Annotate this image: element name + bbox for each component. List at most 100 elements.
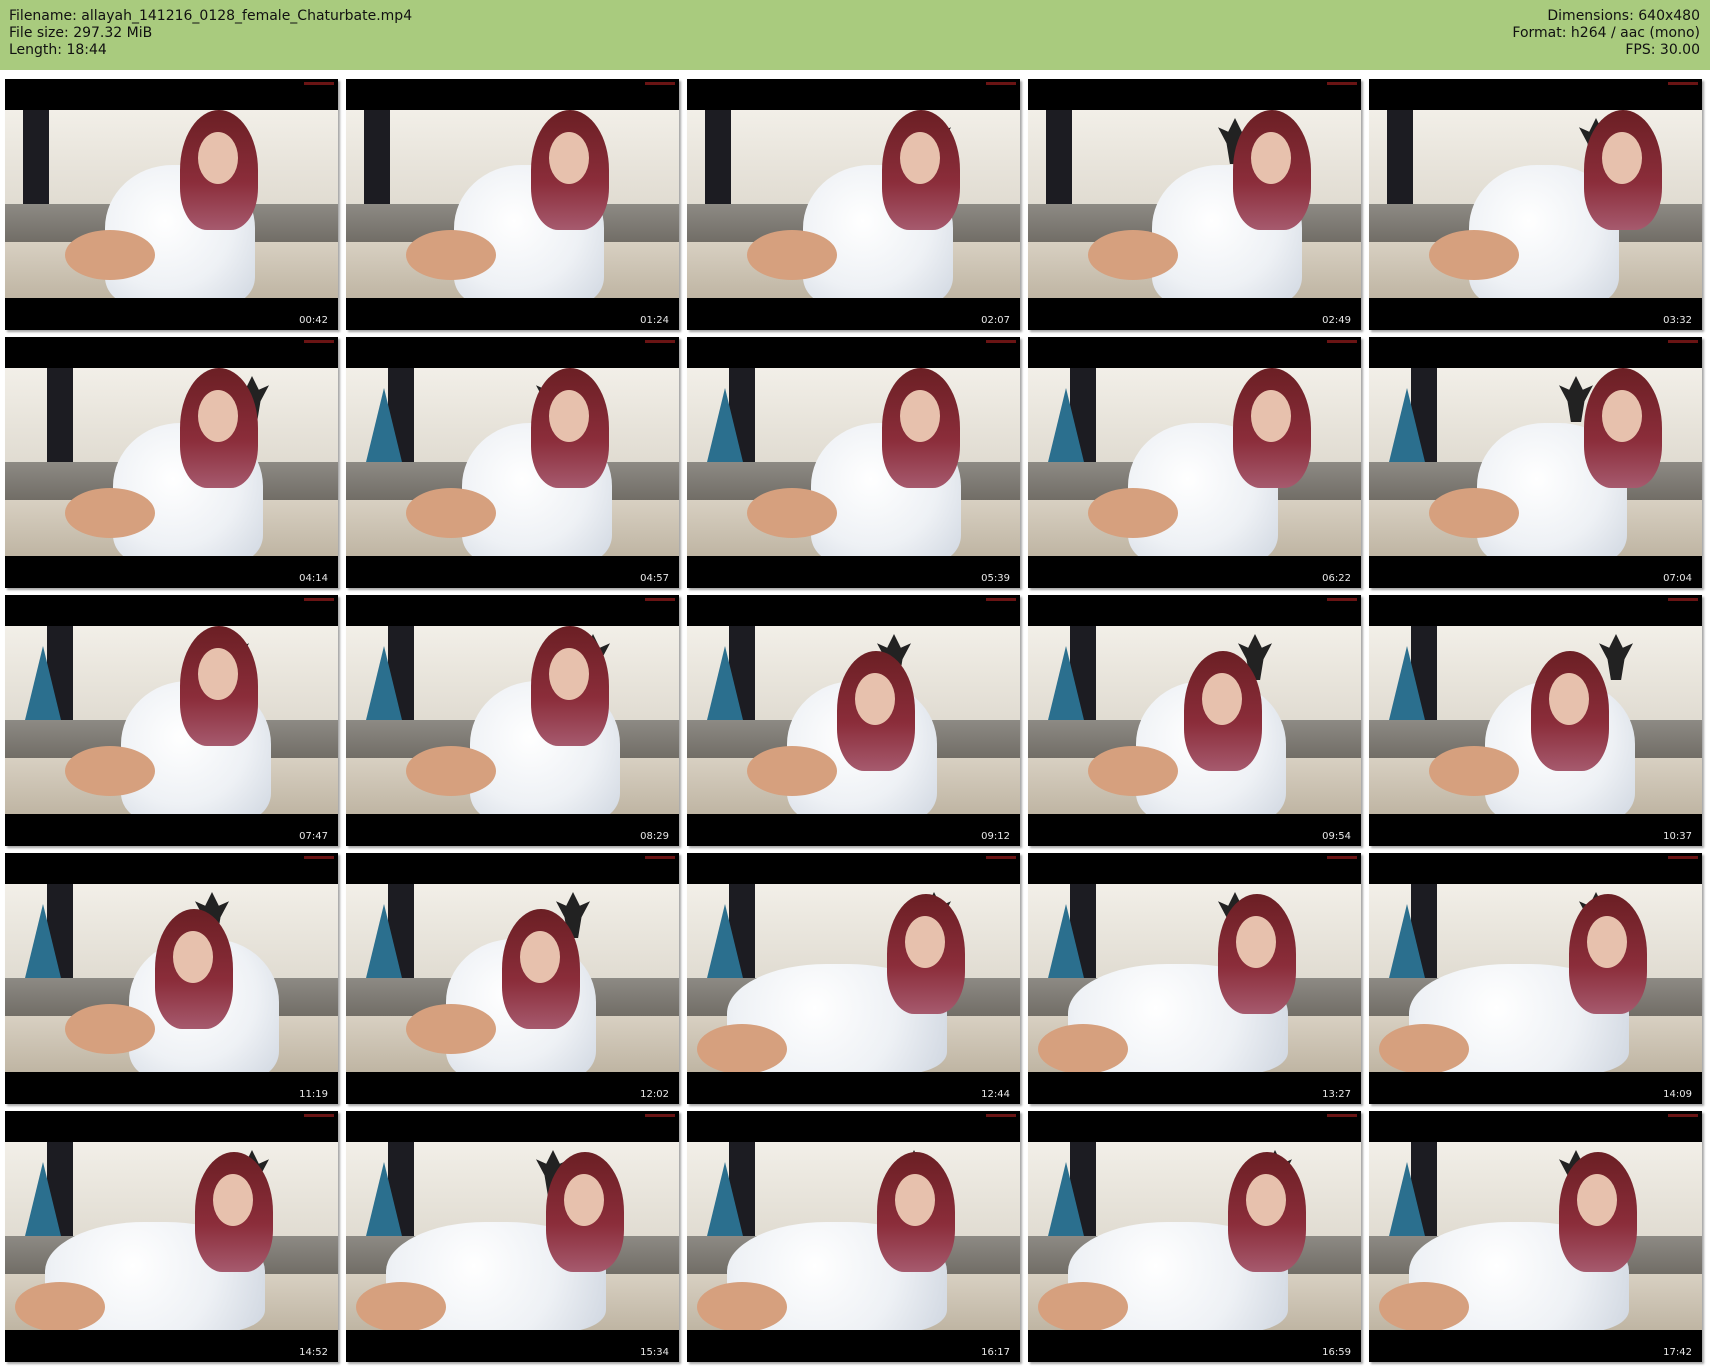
watermark-logo <box>304 1114 334 1117</box>
video-thumbnail[interactable]: 01:24 <box>346 79 679 330</box>
video-frame <box>1028 1142 1361 1330</box>
video-thumbnail[interactable]: 09:12 <box>687 595 1020 846</box>
watermark-logo <box>1327 1114 1357 1117</box>
video-frame <box>346 368 679 556</box>
video-frame <box>1369 368 1702 556</box>
watermark-logo <box>1327 598 1357 601</box>
timestamp-label: 16:17 <box>981 1347 1010 1358</box>
video-thumbnail[interactable]: 15:34 <box>346 1111 679 1362</box>
video-frame <box>5 626 338 814</box>
video-thumbnail[interactable]: 14:09 <box>1369 853 1702 1104</box>
timestamp-label: 09:12 <box>981 831 1010 842</box>
info-header: Filename: allayah_141216_0128_female_Cha… <box>0 0 1710 70</box>
video-thumbnail[interactable]: 12:44 <box>687 853 1020 1104</box>
video-frame <box>1369 626 1702 814</box>
filename-label: Filename: allayah_141216_0128_female_Cha… <box>9 8 413 24</box>
watermark-logo <box>304 856 334 859</box>
watermark-logo <box>1327 340 1357 343</box>
watermark-logo <box>645 1114 675 1117</box>
timestamp-label: 12:44 <box>981 1089 1010 1100</box>
video-thumbnail[interactable]: 12:02 <box>346 853 679 1104</box>
video-frame <box>346 1142 679 1330</box>
video-frame <box>1369 1142 1702 1330</box>
watermark-logo <box>304 340 334 343</box>
video-frame <box>1028 626 1361 814</box>
video-thumbnail[interactable]: 07:47 <box>5 595 338 846</box>
timestamp-label: 13:27 <box>1322 1089 1351 1100</box>
video-thumbnail[interactable]: 10:37 <box>1369 595 1702 846</box>
thumbnail-grid: 00:42 01:24 02:07 02:49 03:32 04:14 04:57 05:39… <box>5 79 1705 1365</box>
dimensions-label: Dimensions: 640x480 <box>1547 8 1700 24</box>
video-thumbnail[interactable]: 04:14 <box>5 337 338 588</box>
video-info: Dimensions: 640x480 Format: h264 / aac (… <box>1512 8 1700 59</box>
file-info: Filename: allayah_141216_0128_female_Cha… <box>9 8 412 59</box>
watermark-logo <box>986 1114 1016 1117</box>
watermark-logo <box>304 82 334 85</box>
video-thumbnail[interactable]: 13:27 <box>1028 853 1361 1104</box>
filesize-label: File size: 297.32 MiB <box>9 25 153 41</box>
timestamp-label: 16:59 <box>1322 1347 1351 1358</box>
video-thumbnail[interactable]: 03:32 <box>1369 79 1702 330</box>
video-frame <box>687 368 1020 556</box>
video-thumbnail[interactable]: 07:04 <box>1369 337 1702 588</box>
timestamp-label: 00:42 <box>299 315 328 326</box>
watermark-logo <box>986 82 1016 85</box>
watermark-logo <box>645 340 675 343</box>
video-frame <box>1369 110 1702 298</box>
timestamp-label: 07:47 <box>299 831 328 842</box>
timestamp-label: 07:04 <box>1663 573 1692 584</box>
video-thumbnail[interactable]: 14:52 <box>5 1111 338 1362</box>
video-frame <box>687 626 1020 814</box>
watermark-logo <box>1327 856 1357 859</box>
video-frame <box>687 1142 1020 1330</box>
fps-label: FPS: 30.00 <box>1625 42 1700 58</box>
video-thumbnail[interactable]: 09:54 <box>1028 595 1361 846</box>
watermark-logo <box>986 340 1016 343</box>
timestamp-label: 02:49 <box>1322 315 1351 326</box>
video-thumbnail[interactable]: 08:29 <box>346 595 679 846</box>
timestamp-label: 11:19 <box>299 1089 328 1100</box>
watermark-logo <box>304 598 334 601</box>
video-frame <box>346 884 679 1072</box>
video-thumbnail[interactable]: 02:07 <box>687 79 1020 330</box>
timestamp-label: 05:39 <box>981 573 1010 584</box>
video-frame <box>1028 884 1361 1072</box>
timestamp-label: 12:02 <box>640 1089 669 1100</box>
timestamp-label: 06:22 <box>1322 573 1351 584</box>
video-frame <box>687 884 1020 1072</box>
video-thumbnail[interactable]: 00:42 <box>5 79 338 330</box>
video-frame <box>687 110 1020 298</box>
watermark-logo <box>986 856 1016 859</box>
timestamp-label: 04:57 <box>640 573 669 584</box>
format-label: Format: h264 / aac (mono) <box>1512 25 1700 41</box>
video-thumbnail[interactable]: 02:49 <box>1028 79 1361 330</box>
watermark-logo <box>1668 1114 1698 1117</box>
video-frame <box>1028 110 1361 298</box>
watermark-logo <box>1668 856 1698 859</box>
watermark-logo <box>1668 340 1698 343</box>
timestamp-label: 10:37 <box>1663 831 1692 842</box>
length-label: Length: 18:44 <box>9 42 107 58</box>
video-frame <box>5 110 338 298</box>
video-frame <box>5 884 338 1072</box>
video-thumbnail[interactable]: 06:22 <box>1028 337 1361 588</box>
video-thumbnail[interactable]: 11:19 <box>5 853 338 1104</box>
watermark-logo <box>1668 82 1698 85</box>
timestamp-label: 17:42 <box>1663 1347 1692 1358</box>
video-thumbnail[interactable]: 16:59 <box>1028 1111 1361 1362</box>
video-frame <box>5 368 338 556</box>
video-frame <box>1369 884 1702 1072</box>
watermark-logo <box>1327 82 1357 85</box>
video-thumbnail[interactable]: 04:57 <box>346 337 679 588</box>
timestamp-label: 14:09 <box>1663 1089 1692 1100</box>
watermark-logo <box>645 82 675 85</box>
timestamp-label: 02:07 <box>981 315 1010 326</box>
video-thumbnail[interactable]: 05:39 <box>687 337 1020 588</box>
video-thumbnail[interactable]: 17:42 <box>1369 1111 1702 1362</box>
timestamp-label: 15:34 <box>640 1347 669 1358</box>
video-frame <box>1028 368 1361 556</box>
timestamp-label: 08:29 <box>640 831 669 842</box>
timestamp-label: 03:32 <box>1663 315 1692 326</box>
video-thumbnail[interactable]: 16:17 <box>687 1111 1020 1362</box>
video-frame <box>5 1142 338 1330</box>
